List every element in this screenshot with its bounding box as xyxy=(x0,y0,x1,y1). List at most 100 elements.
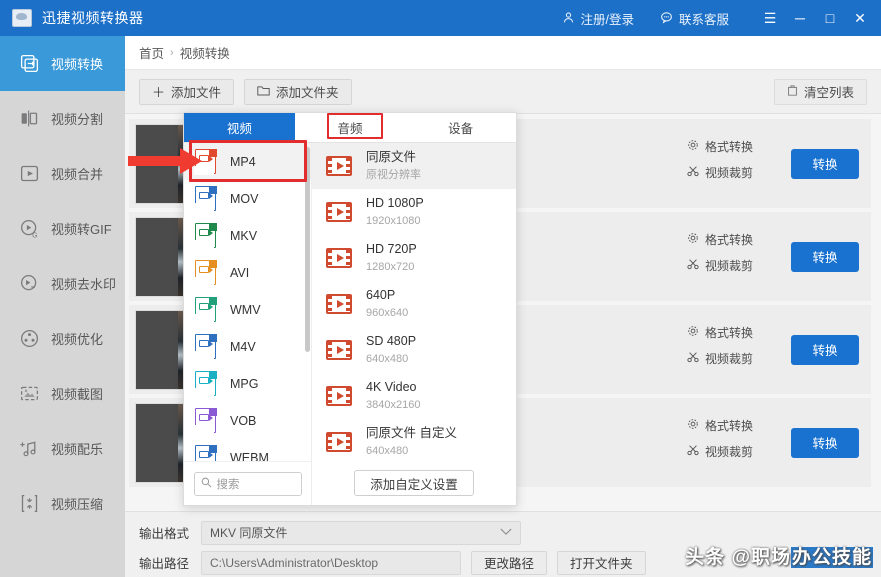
account-button[interactable]: 注册/登录 xyxy=(562,9,634,28)
format-list-scrollbar[interactable] xyxy=(305,147,310,352)
sidebar-item-video-music[interactable]: 视频配乐 xyxy=(0,421,125,476)
file-format-icon: VOB xyxy=(194,407,218,435)
list-item[interactable]: WMV WMV xyxy=(184,291,311,328)
list-item[interactable]: 同原文件 自定义 640x480 xyxy=(312,419,516,461)
format-dropdown-popup: 视频 音频 设备 MP4 MP4 MO xyxy=(183,112,517,506)
format-icon-tag: MP4 xyxy=(194,166,214,175)
format-convert-action[interactable]: 格式转换 xyxy=(687,138,779,155)
resolution-name: HD 1080P xyxy=(366,195,424,212)
minimize-icon[interactable]: ─ xyxy=(785,0,815,36)
list-item[interactable]: MOV MOV xyxy=(184,180,311,217)
file-format-icon: WMV xyxy=(194,296,218,324)
video-trim-action[interactable]: 视频裁剪 xyxy=(687,443,779,460)
convert-button[interactable]: 转换 xyxy=(791,242,859,272)
add-file-button[interactable]: ＋ 添加文件 xyxy=(139,79,234,105)
support-button[interactable]: 联系客服 xyxy=(660,9,729,28)
resolution-name: 同原文件 自定义 xyxy=(366,425,457,442)
search-input[interactable]: 搜索 xyxy=(194,472,302,496)
video-trim-action[interactable]: 视频裁剪 xyxy=(687,164,779,181)
add-custom-settings-button[interactable]: 添加自定义设置 xyxy=(354,470,474,496)
video-trim-action[interactable]: 视频裁剪 xyxy=(687,350,779,367)
file-format-icon: WEBM xyxy=(194,444,218,462)
output-path-label: 输出路径 xyxy=(139,553,201,572)
breadcrumb: 首页 › 视频转换 xyxy=(125,36,881,70)
output-format-select[interactable]: MKV 同原文件 xyxy=(201,521,521,545)
add-folder-button[interactable]: 添加文件夹 xyxy=(244,79,352,105)
row-actions: 格式转换 视频裁剪 xyxy=(687,417,779,469)
gear-icon xyxy=(687,325,699,340)
sidebar-item-video-to-gif[interactable]: G 视频转GIF xyxy=(0,201,125,256)
list-item[interactable]: SD 480P 640x480 xyxy=(312,327,516,373)
open-folder-button[interactable]: 打开文件夹 xyxy=(557,551,646,575)
format-convert-action[interactable]: 格式转换 xyxy=(687,231,779,248)
video-trim-label: 视频裁剪 xyxy=(705,164,753,181)
output-format-row: 输出格式 MKV 同原文件 xyxy=(139,520,867,545)
search-placeholder: 搜索 xyxy=(217,476,240,492)
sidebar-item-video-watermark-remove[interactable]: 视频去水印 xyxy=(0,256,125,311)
sidebar-label: 视频转换 xyxy=(51,54,103,73)
list-item[interactable]: M4V M4V xyxy=(184,328,311,365)
gear-icon xyxy=(687,232,699,247)
title-bar: 迅捷视频转换器 注册/登录 联系客服 ☰ ─ □ ✕ xyxy=(0,0,881,36)
list-item[interactable]: 4K Video 3840x2160 xyxy=(312,373,516,419)
gear-icon xyxy=(687,139,699,154)
custom-settings-area: 添加自定义设置 xyxy=(312,461,516,505)
list-item[interactable]: 同原文件 原视分辨率 xyxy=(312,143,516,189)
format-label: MOV xyxy=(230,192,258,206)
resolution-text: 同原文件 自定义 640x480 xyxy=(366,425,457,459)
plus-icon: ＋ xyxy=(152,82,165,101)
list-item[interactable]: MP4 MP4 xyxy=(184,143,311,180)
convert-button[interactable]: 转换 xyxy=(791,428,859,458)
close-icon[interactable]: ✕ xyxy=(845,0,875,36)
sidebar-item-video-optimize[interactable]: 视频优化 xyxy=(0,311,125,366)
resolution-sub: 960x640 xyxy=(366,306,408,321)
file-format-icon: M4V xyxy=(194,333,218,361)
convert-button[interactable]: 转换 xyxy=(791,149,859,179)
sidebar-label: 视频转GIF xyxy=(51,219,112,238)
format-label: AVI xyxy=(230,266,249,280)
list-item[interactable]: MKV MKV xyxy=(184,217,311,254)
sidebar-label: 视频压缩 xyxy=(51,494,103,513)
resolution-text: HD 1080P 1920x1080 xyxy=(366,195,424,229)
list-item[interactable]: VOB VOB xyxy=(184,402,311,439)
output-path-input[interactable]: C:\Users\Administrator\Desktop xyxy=(201,551,461,575)
video-convert-icon xyxy=(18,53,40,75)
video-trim-action[interactable]: 视频裁剪 xyxy=(687,257,779,274)
support-label: 联系客服 xyxy=(679,9,729,28)
list-item[interactable]: HD 720P 1280x720 xyxy=(312,235,516,281)
convert-button[interactable]: 转换 xyxy=(791,335,859,365)
list-item[interactable]: MPG MPG xyxy=(184,365,311,402)
sidebar-item-video-split[interactable]: 视频分割 xyxy=(0,91,125,146)
sidebar-item-video-merge[interactable]: 视频合并 xyxy=(0,146,125,201)
format-dropdown-tabs: 视频 音频 设备 xyxy=(184,113,516,143)
toolbar: ＋ 添加文件 添加文件夹 清空列表 xyxy=(125,70,881,114)
sidebar-item-video-convert[interactable]: 视频转换 xyxy=(0,36,125,91)
resolution-name: 640P xyxy=(366,287,408,304)
format-label: VOB xyxy=(230,414,256,428)
sidebar-label: 视频优化 xyxy=(51,329,103,348)
tab-audio[interactable]: 音频 xyxy=(295,113,406,142)
change-path-button[interactable]: 更改路径 xyxy=(471,551,547,575)
list-item[interactable]: HD 1080P 1920x1080 xyxy=(312,189,516,235)
bottom-bar: 输出格式 MKV 同原文件 输出路径 C:\Users\Administrato… xyxy=(125,511,881,577)
sidebar-label: 视频分割 xyxy=(51,109,103,128)
list-item[interactable]: WEBM WEBM xyxy=(184,439,311,461)
list-item[interactable]: 640P 960x640 xyxy=(312,281,516,327)
tab-device[interactable]: 设备 xyxy=(405,113,516,142)
tab-video[interactable]: 视频 xyxy=(184,113,295,142)
format-convert-action[interactable]: 格式转换 xyxy=(687,417,779,434)
output-format-value: MKV 同原文件 xyxy=(210,524,287,541)
breadcrumb-home[interactable]: 首页 xyxy=(139,43,164,62)
sidebar-item-video-screenshot[interactable]: 视频截图 xyxy=(0,366,125,421)
list-item[interactable]: AVI AVI xyxy=(184,254,311,291)
clear-list-button[interactable]: 清空列表 xyxy=(774,79,867,105)
video-merge-icon xyxy=(18,163,40,185)
maximize-icon[interactable]: □ xyxy=(815,0,845,36)
format-list: MP4 MP4 MOV MOV MKV xyxy=(184,143,311,461)
format-label: WMV xyxy=(230,303,261,317)
format-convert-action[interactable]: 格式转换 xyxy=(687,324,779,341)
sidebar-item-video-compress[interactable]: 视频压缩 xyxy=(0,476,125,531)
menu-icon[interactable]: ☰ xyxy=(755,0,785,36)
format-label: MKV xyxy=(230,229,257,243)
resolution-sub: 原视分辨率 xyxy=(366,168,421,183)
